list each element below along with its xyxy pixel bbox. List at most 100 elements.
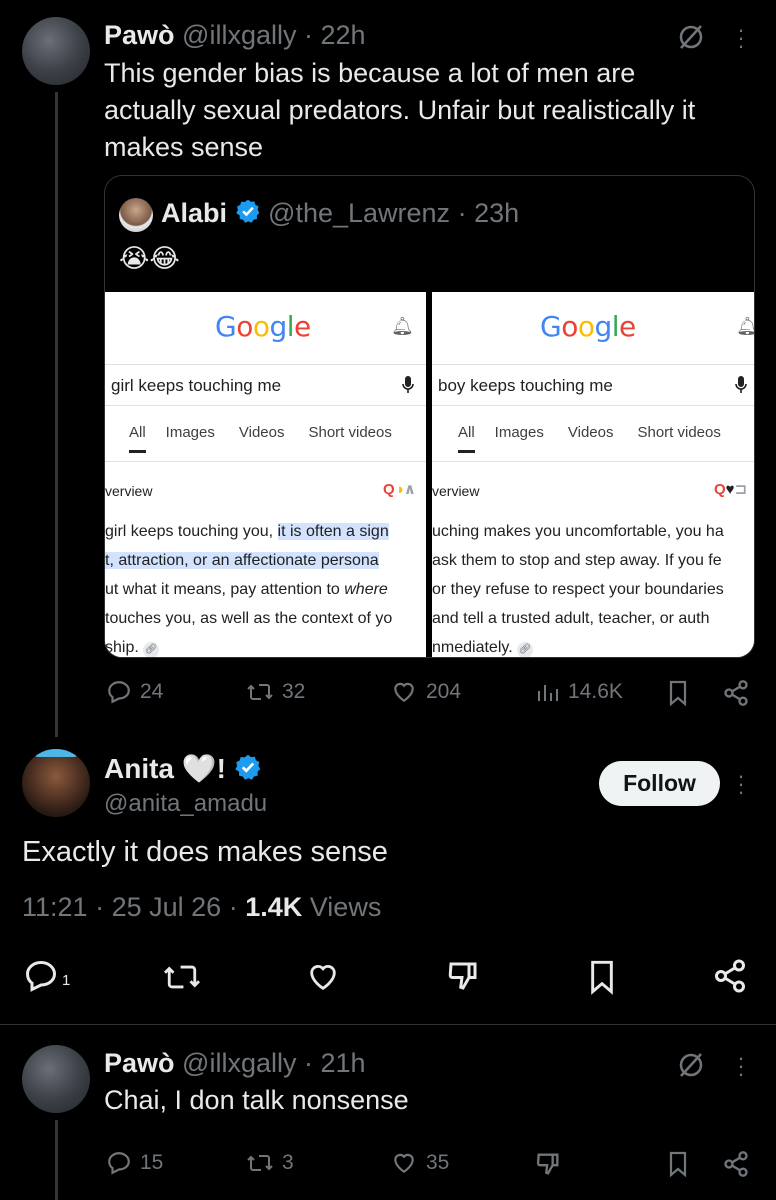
post-text: Exactly it does makes sense xyxy=(22,836,388,868)
divider xyxy=(0,1024,776,1025)
author-name[interactable]: Pawò xyxy=(104,1048,175,1078)
link-icon: 🔗︎ xyxy=(517,642,534,657)
overview-line: touches you, as well as the context of y… xyxy=(105,610,393,627)
tab-all: All xyxy=(129,424,146,453)
bookmark-icon[interactable] xyxy=(666,679,690,712)
share-icon[interactable] xyxy=(712,958,748,999)
divider xyxy=(105,461,426,462)
overview-line: and tell a trusted adult, teacher, or au… xyxy=(432,610,710,627)
views-label: Views xyxy=(309,892,382,922)
more-options-icon[interactable]: · · · xyxy=(736,765,746,803)
divider xyxy=(432,461,754,462)
thread-line xyxy=(55,1120,58,1200)
repost-button[interactable]: 3 xyxy=(246,1150,294,1176)
avatar[interactable] xyxy=(22,749,90,817)
google-logo: Google xyxy=(215,310,311,343)
quote-time: 23h xyxy=(474,198,520,228)
more-options-icon[interactable]: · · · xyxy=(736,1047,746,1085)
overview-line: ut what it means, pay attention to xyxy=(105,581,345,598)
bookmark-icon[interactable] xyxy=(586,958,618,1001)
reply-icon xyxy=(108,1152,130,1175)
quote-author-name: Alabi xyxy=(161,198,228,228)
like-button[interactable]: 204 xyxy=(390,679,461,705)
repost-icon xyxy=(247,1155,273,1171)
grok-icon[interactable] xyxy=(676,1050,706,1085)
reply-button[interactable]: 24 xyxy=(106,679,163,705)
separator-dot: · xyxy=(457,198,467,228)
post-meta: 11:21 · 25 Jul 26 · 1.4K Views xyxy=(22,892,381,923)
author-name: Anita 🤍! xyxy=(104,752,262,788)
mic-icon xyxy=(401,375,415,400)
overview-line: girl keeps touching you, xyxy=(105,523,278,540)
tab-short-videos: Short videos xyxy=(308,424,392,441)
left-screenshot: Google 🔔︎ girl keeps touching me All Ima… xyxy=(105,292,426,657)
more-options-icon[interactable]: · · · xyxy=(736,19,746,57)
verified-badge-icon xyxy=(234,753,262,788)
overview-label: verview xyxy=(432,483,480,499)
tab-videos: Videos xyxy=(567,424,614,441)
avatar[interactable] xyxy=(22,17,90,85)
overview-line: ship. xyxy=(105,639,139,656)
reply-button[interactable]: 1 xyxy=(22,958,70,994)
overview-line: nmediately. xyxy=(432,639,513,656)
repost-icon xyxy=(247,684,273,700)
avatar[interactable] xyxy=(22,1045,90,1113)
author-name[interactable]: Pawò xyxy=(104,20,175,50)
post-time[interactable]: 21h xyxy=(321,1048,366,1078)
highlighted-text: t, attraction, or an affectionate person… xyxy=(105,552,379,569)
post-time[interactable]: 22h xyxy=(321,20,366,50)
post-text: This gender bias is because a lot of men… xyxy=(104,55,764,166)
separator-dot: · xyxy=(304,1048,313,1078)
dislike-icon[interactable] xyxy=(444,958,482,999)
google-logo: Google xyxy=(540,310,636,343)
author-handle[interactable]: @illxgally xyxy=(182,20,296,50)
repost-icon[interactable] xyxy=(162,960,202,999)
views-icon xyxy=(538,685,558,701)
quote-author-handle: @the_Lawrenz xyxy=(268,198,451,228)
right-screenshot: Google 🔔︎ boy keeps touching me All Imag… xyxy=(432,292,754,657)
search-tabs: All Images Videos Short videos xyxy=(458,424,721,453)
tab-short-videos: Short videos xyxy=(637,424,721,441)
post-date[interactable]: 25 Jul 26 xyxy=(112,892,222,922)
reply-count: 1 xyxy=(62,971,71,989)
author-handle[interactable]: @anita_amadu xyxy=(104,790,267,818)
overview-text: uching makes you uncomfortable, you ha a… xyxy=(432,517,724,657)
bell-icon: 🔔︎ xyxy=(736,316,754,337)
views-button[interactable]: 14.6K xyxy=(536,679,623,705)
overview-label: verview xyxy=(105,483,153,499)
share-icon[interactable] xyxy=(722,1150,750,1183)
reply-count: 24 xyxy=(140,680,164,703)
reply-button[interactable]: 15 xyxy=(106,1150,163,1176)
search-query: girl keeps touching me xyxy=(105,364,426,406)
tab-videos: Videos xyxy=(238,424,285,441)
author-handle[interactable]: @illxgally xyxy=(182,1048,296,1078)
reply-count: 15 xyxy=(140,1151,164,1174)
heart-icon[interactable] xyxy=(304,960,342,999)
bookmark-icon[interactable] xyxy=(666,1150,690,1183)
overview-line-italic: where xyxy=(344,581,388,598)
post-header: Pawò @illxgally · 22h xyxy=(104,20,366,51)
share-icon[interactable] xyxy=(722,679,750,712)
post-text-line: This gender bias is because a lot of men… xyxy=(104,58,636,88)
reply-icon xyxy=(108,681,130,704)
quoted-post[interactable]: Alabi @the_Lawrenz · 23h 😭😂 Google 🔔︎ gi… xyxy=(104,175,755,658)
quote-avatar xyxy=(119,198,153,232)
like-button[interactable]: 35 xyxy=(390,1150,449,1176)
search-tabs: All Images Videos Short videos xyxy=(129,424,392,453)
quote-media[interactable]: Google 🔔︎ girl keeps touching me All Ima… xyxy=(105,292,754,657)
repost-button[interactable]: 32 xyxy=(246,679,305,705)
post-time[interactable]: 11:21 xyxy=(22,892,88,922)
heart-icon xyxy=(394,1153,414,1173)
follow-button[interactable]: Follow xyxy=(599,761,720,806)
views-count: 1.4K xyxy=(245,892,303,922)
reply-icon xyxy=(25,960,57,992)
quote-header: Alabi @the_Lawrenz · 23h xyxy=(161,198,519,231)
separator-dot: · xyxy=(228,892,238,922)
like-count: 204 xyxy=(426,680,462,703)
dislike-icon[interactable] xyxy=(534,1150,562,1183)
thread-line xyxy=(55,92,58,737)
tab-all: All xyxy=(458,424,475,453)
author-name-text[interactable]: Anita 🤍! xyxy=(104,753,226,784)
grok-icon[interactable] xyxy=(676,22,706,57)
overview-line: uching makes you uncomfortable, you ha xyxy=(432,523,724,540)
